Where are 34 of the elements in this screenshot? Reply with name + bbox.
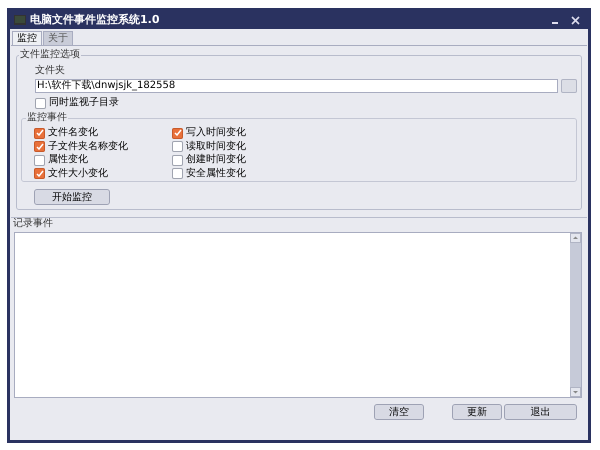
field-label: 文件夹 (35, 65, 65, 77)
window-title: 电脑文件事件监控系统1.0 (30, 12, 160, 28)
checkbox-label: 读取时间变化 (186, 140, 246, 152)
checkbox-label: 文件名变化 (48, 127, 98, 139)
checkbox-label: 文件大小变化 (48, 168, 108, 180)
scroll-down-icon[interactable] (570, 387, 581, 397)
app-icon (14, 15, 26, 25)
checkbox-label: 安全属性变化 (186, 168, 246, 180)
checkbox-label: 同时监视子目录 (49, 97, 119, 109)
checkbox[interactable] (34, 168, 45, 179)
tab[interactable]: 关于 (43, 31, 73, 45)
checkbox[interactable] (34, 141, 45, 152)
checkbox-label: 子文件夹名称变化 (48, 140, 128, 152)
scroll-up-icon[interactable] (570, 233, 581, 243)
action-button[interactable]: 退出 (504, 404, 577, 420)
group-title: 记录事件 (13, 218, 53, 230)
action-button[interactable]: 清空 (374, 404, 424, 420)
folder-field[interactable]: H:\软件下载\dnwjsjk_182558 (35, 79, 558, 93)
tab[interactable]: 监控 (12, 31, 42, 45)
checkbox[interactable] (34, 154, 45, 166)
checkbox[interactable] (172, 168, 183, 179)
browse-button[interactable] (561, 79, 577, 93)
scrollbar[interactable] (570, 233, 581, 397)
checkbox[interactable] (172, 154, 183, 166)
checkbox[interactable] (34, 128, 45, 138)
checkbox[interactable] (172, 128, 183, 138)
action-button[interactable]: 更新 (452, 404, 502, 420)
start-button[interactable]: 开始监控 (34, 189, 110, 205)
checkbox-label: 创建时间变化 (186, 154, 246, 166)
checkbox-label: 属性变化 (48, 154, 88, 166)
checkbox-label: 写入时间变化 (186, 127, 246, 139)
checkbox[interactable] (35, 98, 46, 108)
checkbox[interactable] (172, 141, 183, 152)
close-icon[interactable] (571, 16, 580, 24)
